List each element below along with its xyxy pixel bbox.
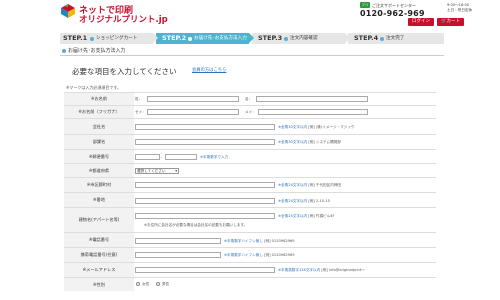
row-dept: 部課名 ※全角30文字以内 [例] システム開発部 — [64, 134, 436, 149]
company-input[interactable] — [135, 124, 275, 130]
first-name-input[interactable] — [256, 96, 368, 102]
row-mobile: 携帯電話番号(任意) ※半角数字ハイフン無し [例] 0120962969 — [64, 247, 436, 262]
step-dot-icon — [380, 36, 384, 41]
step-dot-icon — [90, 36, 94, 41]
login-button[interactable]: ログイン — [408, 18, 434, 26]
row-kana: ※お名前（フリガナ） セイ： メイ： — [64, 105, 436, 118]
free-dial-icon: フリー — [360, 2, 370, 13]
chevron-down-icon: ▾ — [175, 169, 177, 173]
zip-second-input[interactable] — [165, 154, 197, 160]
business-hours: 9:00～18:00 土日・祝日定休 — [447, 3, 473, 12]
step-2: STEP.2 お届け先･お支払方法入力 — [156, 33, 254, 44]
support-phone: 0120-962-969 — [360, 9, 425, 18]
step-3: STEP.3 注文内容確認 — [252, 33, 350, 44]
step-dot-icon — [284, 36, 288, 41]
email-input[interactable] — [135, 267, 275, 273]
street-number-input[interactable] — [135, 198, 275, 204]
checkout-steps: STEP.1 ショッピングカート STEP.2 お届け先･お支払方法入力 STE… — [60, 33, 444, 44]
building-note: ※お住所に会社名が必要な場合は会社名の記載もお願いします。 — [144, 223, 248, 227]
section-title: お届け先･お支払方法入力 — [62, 47, 126, 54]
row-city: ※市区郡町村 ※全角24文字以内 [例] 千代田区内神田 — [64, 177, 436, 192]
divider — [60, 55, 444, 56]
section-bullet-icon — [62, 48, 66, 53]
row-pref: ※都道府県 選択してください ▾ — [64, 163, 436, 177]
prefecture-select[interactable]: 選択してください ▾ — [135, 168, 179, 174]
row-name: ※お名前 姓： 名： — [64, 92, 436, 105]
site-header: ネットで印刷 オリジナルプリント.jp フリー ご注文サポートセンター 0120… — [0, 0, 500, 32]
row-company: 会社名 ※全角30文字以内 [例] (株)イメージ・マジック — [64, 118, 436, 134]
support-label: ご注文サポートセンター — [372, 3, 416, 8]
zip-first-input[interactable] — [135, 154, 160, 160]
required-note: ※マークは入力必須項目です。 — [66, 85, 121, 90]
logo-icon[interactable] — [60, 3, 76, 19]
step-1: STEP.1 ショッピングカート — [60, 33, 158, 44]
support-center: フリー ご注文サポートセンター 0120-962-969 — [360, 2, 444, 18]
page-heading: 必要な項目を入力してください — [72, 67, 177, 76]
city-input[interactable] — [135, 182, 275, 188]
row-gender: ※性別 女性 男性 — [64, 277, 436, 291]
member-login-link[interactable]: 会員の方はこちら — [192, 67, 226, 73]
step-4: STEP.4 注文完了 — [348, 33, 444, 44]
building-input[interactable] — [135, 213, 275, 219]
gender-female-radio[interactable] — [136, 282, 140, 286]
step-dot-icon — [188, 36, 192, 41]
row-building: 建物名(アパート名等) ※全角24文字以内 [例] 竹橋ビル4F ※お住所に会社… — [64, 207, 436, 232]
phone-input[interactable] — [135, 238, 221, 244]
last-name-input[interactable] — [147, 96, 239, 102]
row-tel: ※電話番号 ※半角数字ハイフン無し [例] 0120962969 — [64, 232, 436, 247]
first-name-kana-input[interactable] — [258, 109, 368, 115]
row-banchi: ※番地 ※全角24文字以内 [例] 2-15-15 — [64, 192, 436, 207]
last-name-kana-input[interactable] — [147, 109, 239, 115]
gender-male-radio[interactable] — [156, 282, 160, 286]
department-input[interactable] — [135, 139, 275, 145]
row-email: ※メールアドレス ※半角英数字128文字以内 [例] info@original… — [64, 262, 436, 277]
mobile-input[interactable] — [135, 252, 221, 258]
logo-text-main: オリジナルプリント.jp — [79, 15, 168, 25]
row-zip: ※郵便番号 - ※半角数字で入力 — [64, 149, 436, 163]
cart-button[interactable]: 🛒カート — [437, 18, 464, 26]
